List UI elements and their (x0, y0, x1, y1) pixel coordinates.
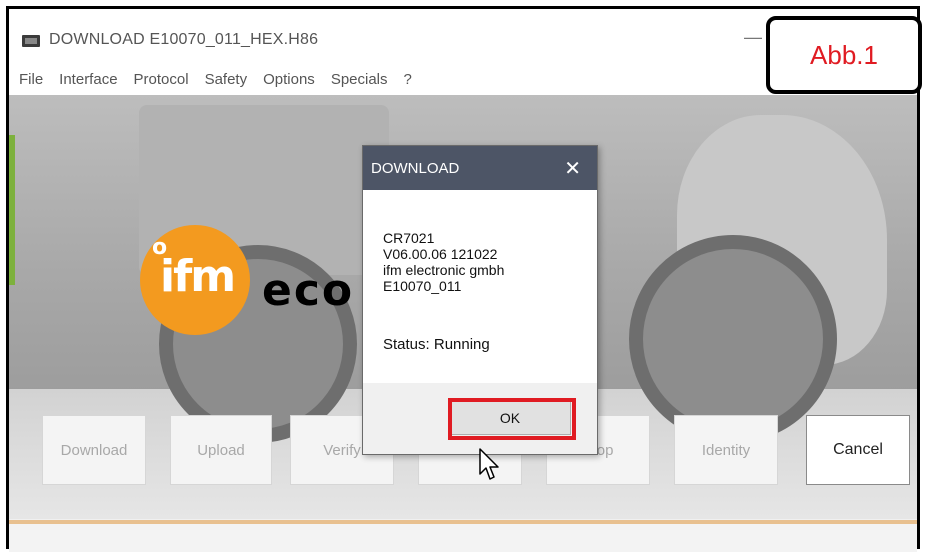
dialog-info: CR7021 V06.00.06 121022 ifm electronic g… (383, 230, 504, 294)
close-icon[interactable]: ✕ (564, 156, 581, 181)
menu-help[interactable]: ? (404, 71, 412, 88)
dialog-title-bar: DOWNLOAD ✕ (363, 146, 597, 190)
manufacturer: ifm electronic gmbh (383, 262, 505, 278)
project-id: E10070_011 (383, 278, 462, 294)
cancel-button[interactable]: Cancel (806, 415, 910, 485)
upload-button[interactable]: Upload (170, 415, 272, 485)
window-title: DOWNLOAD E10070_011_HEX.H86 (49, 31, 319, 48)
firmware-version: V06.00.06 121022 (383, 246, 498, 262)
ok-highlight-frame (448, 398, 576, 440)
status-area (9, 524, 917, 552)
menu-interface[interactable]: Interface (59, 71, 117, 88)
ifm-logo: o ifm (140, 225, 250, 335)
device-name: CR7021 (383, 230, 435, 246)
menu-file[interactable]: File (19, 71, 43, 88)
menu-protocol[interactable]: Protocol (134, 71, 189, 88)
menu-options[interactable]: Options (263, 71, 315, 88)
status-text: Status: Running (383, 336, 490, 353)
logo-brand-text: ifm (160, 251, 236, 302)
background-wheel-right (629, 235, 837, 443)
figure-label: Abb.1 (766, 16, 922, 94)
mouse-cursor-icon (479, 448, 499, 480)
menu-specials[interactable]: Specials (331, 71, 388, 88)
minimize-button[interactable]: — (744, 27, 762, 48)
dialog-title: DOWNLOAD (371, 160, 460, 177)
identity-button[interactable]: Identity (674, 415, 778, 485)
product-logo-text: eco (262, 265, 355, 316)
app-icon (22, 35, 40, 47)
menu-safety[interactable]: Safety (205, 71, 248, 88)
accent-bar (9, 135, 15, 285)
download-button[interactable]: Download (42, 415, 146, 485)
